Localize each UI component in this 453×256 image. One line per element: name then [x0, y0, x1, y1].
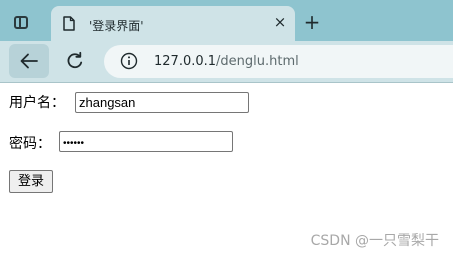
reload-icon: [67, 51, 83, 69]
tab-title: '登录界面': [89, 19, 144, 33]
watermark: CSDN @一只雪梨干: [310, 233, 439, 249]
close-tab-icon[interactable]: ×: [272, 12, 288, 32]
username-label: 用户名：: [9, 95, 65, 111]
page-icon: [63, 16, 75, 35]
tab-login[interactable]: '登录界面' ×: [51, 6, 295, 41]
info-icon[interactable]: [120, 52, 138, 74]
back-arrow-icon: [20, 53, 38, 69]
login-button[interactable]: 登录: [9, 170, 53, 193]
address-bar[interactable]: 127.0.0.1/denglu.html: [104, 45, 453, 78]
url-path: /denglu.html: [216, 54, 299, 69]
back-button[interactable]: [9, 44, 49, 78]
sidebar-toggle-icon[interactable]: [14, 16, 28, 29]
navigation-toolbar: 127.0.0.1/denglu.html: [0, 41, 453, 82]
reload-button[interactable]: [55, 44, 95, 78]
login-page: 用户名： zhangsan 密码： •••••• 登录 CSDN @一只雪梨干: [0, 83, 453, 256]
url-text: 127.0.0.1/denglu.html: [154, 54, 299, 69]
new-tab-icon[interactable]: +: [303, 12, 321, 32]
password-masked-value: ••••••: [63, 138, 85, 149]
username-field[interactable]: zhangsan: [75, 92, 249, 113]
tab-bar: '登录界面' × +: [0, 0, 453, 41]
password-field[interactable]: ••••••: [59, 131, 233, 152]
url-host: 127.0.0.1: [154, 54, 217, 69]
password-label: 密码：: [9, 136, 51, 152]
browser-window: '登录界面' × + 127.0.0.1/denglu.html 用户名： zh…: [0, 0, 453, 256]
